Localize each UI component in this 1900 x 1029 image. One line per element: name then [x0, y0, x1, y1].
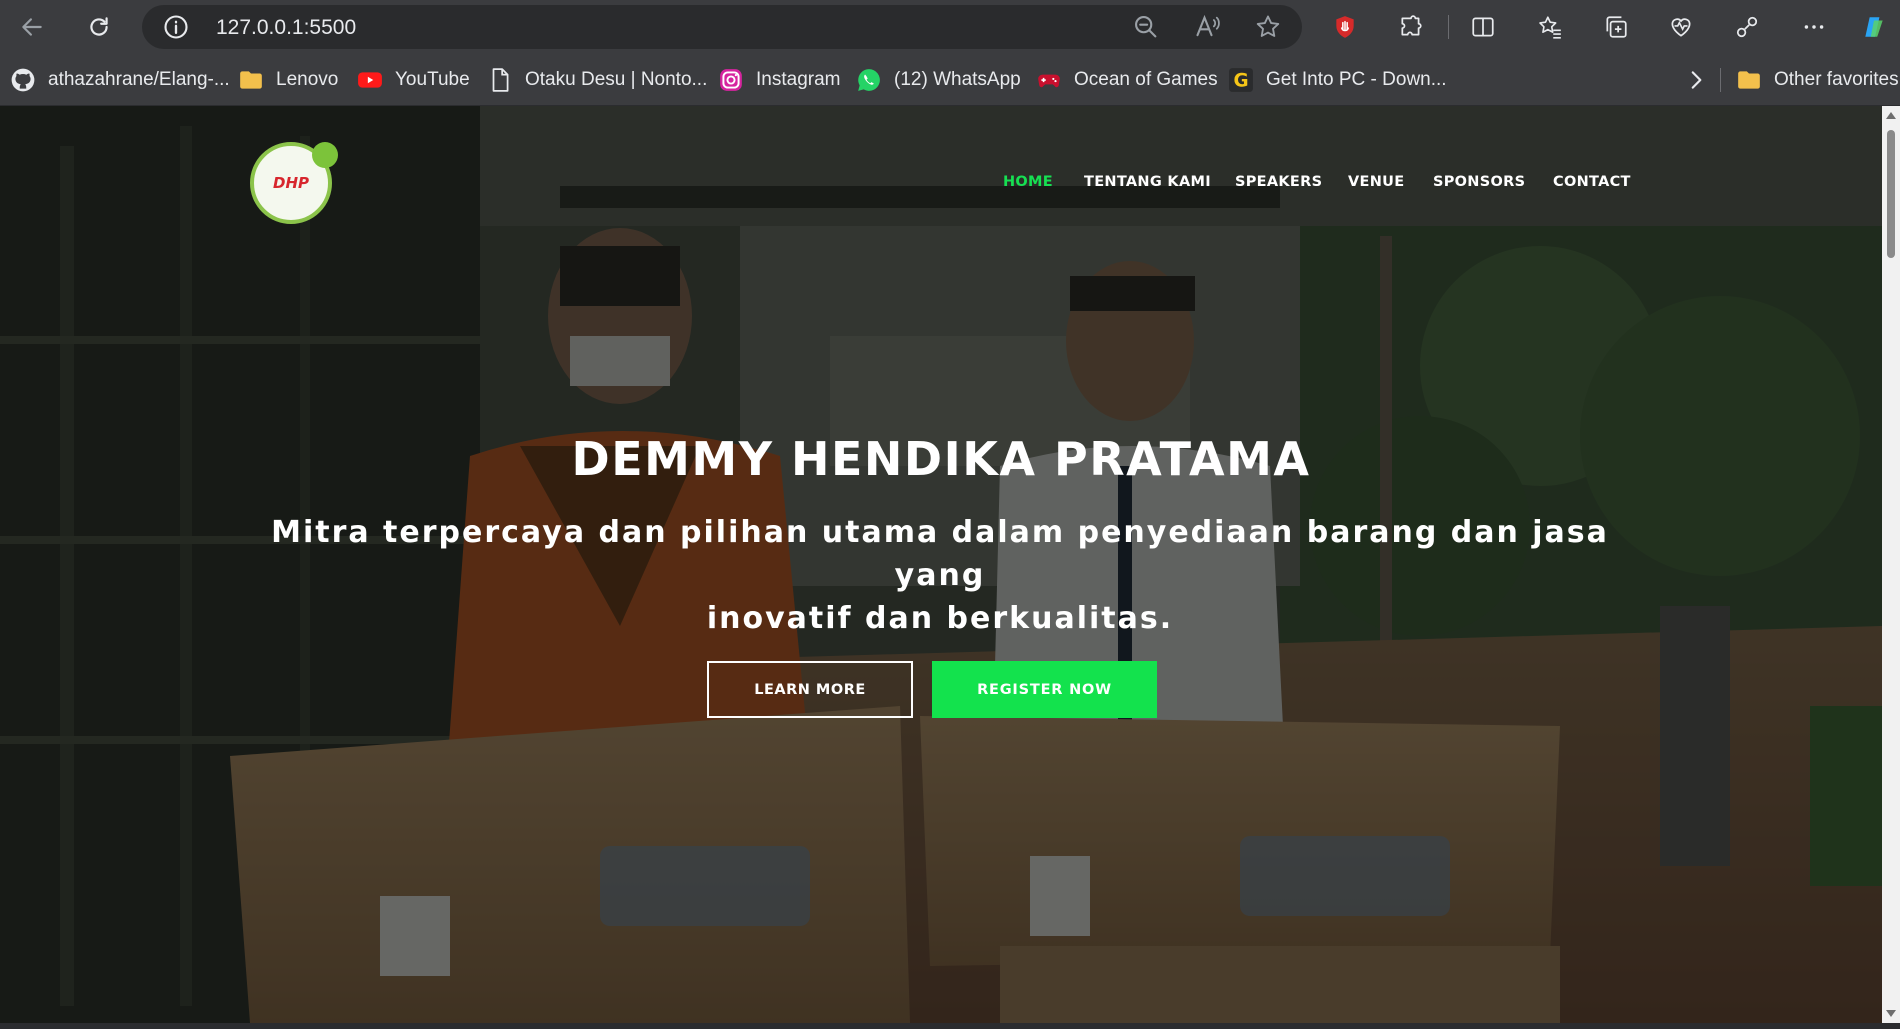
- logo-accent: [312, 142, 338, 168]
- favorite-label: YouTube: [395, 69, 470, 90]
- more-button[interactable]: [1796, 9, 1832, 45]
- copilot-button[interactable]: [1856, 9, 1892, 45]
- favorite-getintopc[interactable]: G Get Into PC - Down...: [1228, 66, 1447, 94]
- nav-tentang-kami[interactable]: TENTANG KAMI: [1084, 174, 1211, 190]
- youtube-icon: [357, 67, 383, 93]
- favorite-otakudesu[interactable]: Otaku Desu | Nonto...: [487, 66, 707, 94]
- other-favorites[interactable]: Other favorites: [1736, 66, 1899, 94]
- split-screen-button[interactable]: [1465, 9, 1501, 45]
- page-icon: [487, 67, 513, 93]
- copilot-icon: [1865, 17, 1883, 37]
- learn-more-button[interactable]: LEARN MORE: [707, 661, 913, 718]
- nav-contact[interactable]: CONTACT: [1553, 174, 1631, 190]
- read-aloud-icon[interactable]: [1194, 13, 1222, 41]
- favorites-icon: [1539, 16, 1561, 39]
- favorite-label: Lenovo: [276, 69, 339, 90]
- browser-essentials-button[interactable]: [1663, 9, 1699, 45]
- hero-subtitle: Mitra terpercaya dan pilihan utama dalam…: [250, 511, 1630, 640]
- scroll-down-arrow-icon[interactable]: [1886, 1010, 1896, 1017]
- more-icon: [1804, 25, 1824, 29]
- chevron-right-icon: [1683, 67, 1709, 93]
- favorite-label: Otaku Desu | Nonto...: [525, 69, 708, 90]
- collections-button[interactable]: [1598, 9, 1634, 45]
- favorite-github[interactable]: athazahrane/Elang-...: [10, 66, 230, 94]
- favorite-lenovo[interactable]: Lenovo: [238, 66, 338, 94]
- scrollbar-thumb[interactable]: [1887, 130, 1895, 258]
- scroll-up-arrow-icon[interactable]: [1886, 112, 1896, 119]
- puzzle-icon: [1401, 15, 1422, 36]
- favorite-whatsapp[interactable]: (12) WhatsApp: [856, 66, 1021, 94]
- zoom-out-icon[interactable]: [1132, 13, 1160, 41]
- favorite-oceanofgames[interactable]: Ocean of Games: [1036, 66, 1218, 94]
- favorite-label: athazahrane/Elang-...: [48, 69, 230, 90]
- favorites-bar: athazahrane/Elang-... Lenovo YouTube Ota…: [0, 54, 1900, 106]
- collections-icon: [1606, 16, 1627, 38]
- favorite-label: Instagram: [756, 69, 841, 90]
- favorite-instagram[interactable]: Instagram: [718, 66, 840, 94]
- whatsapp-icon: [856, 67, 882, 93]
- address-bar[interactable]: 127.0.0.1:5500: [142, 5, 1302, 49]
- page-viewport: DHP HOME TENTANG KAMI SPEAKERS VENUE SPO…: [0, 106, 1882, 1023]
- back-button[interactable]: [14, 9, 50, 45]
- site-logo[interactable]: DHP: [250, 142, 338, 224]
- nav-venue[interactable]: VENUE: [1348, 174, 1404, 190]
- share-button[interactable]: [1729, 9, 1765, 45]
- favorite-label: Ocean of Games: [1074, 69, 1218, 90]
- hero-subtitle-line-2: inovatif dan berkualitas.: [706, 601, 1174, 636]
- favorites-button[interactable]: [1532, 9, 1568, 45]
- favorite-label: Get Into PC - Down...: [1266, 69, 1447, 90]
- star-icon[interactable]: [1254, 13, 1282, 41]
- nav-speakers[interactable]: SPEAKERS: [1235, 174, 1322, 190]
- health-icon: [1671, 18, 1691, 37]
- extension-button[interactable]: [1327, 9, 1363, 45]
- folder-icon: [238, 67, 264, 93]
- other-favorites-label: Other favorites: [1774, 69, 1899, 90]
- gamepad-icon: [1036, 67, 1062, 93]
- reload-icon: [90, 17, 108, 36]
- folder-icon: [1736, 67, 1762, 93]
- svg-text:G: G: [1233, 71, 1248, 92]
- extension-shield-icon: [1336, 16, 1354, 38]
- favorites-overflow-button[interactable]: [1683, 66, 1721, 94]
- favorites-separator: [1720, 68, 1721, 92]
- page-scrollbar[interactable]: [1882, 106, 1900, 1023]
- nav-sponsors[interactable]: SPONSORS: [1433, 174, 1525, 190]
- logo-text: DHP: [273, 174, 309, 192]
- browser-toolbar: 127.0.0.1:5500: [0, 0, 1900, 54]
- reload-button[interactable]: [81, 9, 117, 45]
- window-bottom-edge: [0, 1023, 1900, 1029]
- instagram-icon: [718, 67, 744, 93]
- hero-title: DEMMY HENDIKA PRATAMA: [571, 432, 1311, 486]
- hero-subtitle-line-1: Mitra terpercaya dan pilihan utama dalam…: [271, 515, 1609, 593]
- nav-home[interactable]: HOME: [1003, 174, 1053, 190]
- url-text[interactable]: 127.0.0.1:5500: [216, 16, 356, 40]
- favorite-youtube[interactable]: YouTube: [357, 66, 470, 94]
- info-icon[interactable]: [162, 13, 190, 41]
- register-now-button[interactable]: REGISTER NOW: [932, 661, 1157, 718]
- favorite-label: (12) WhatsApp: [894, 69, 1021, 90]
- github-icon: [10, 67, 36, 93]
- toolbar-separator: [1448, 15, 1449, 39]
- share-icon: [1736, 16, 1758, 38]
- split-screen-icon: [1472, 17, 1494, 37]
- extensions-button[interactable]: [1393, 9, 1429, 45]
- g-icon: G: [1228, 67, 1254, 93]
- back-arrow-icon: [22, 18, 42, 36]
